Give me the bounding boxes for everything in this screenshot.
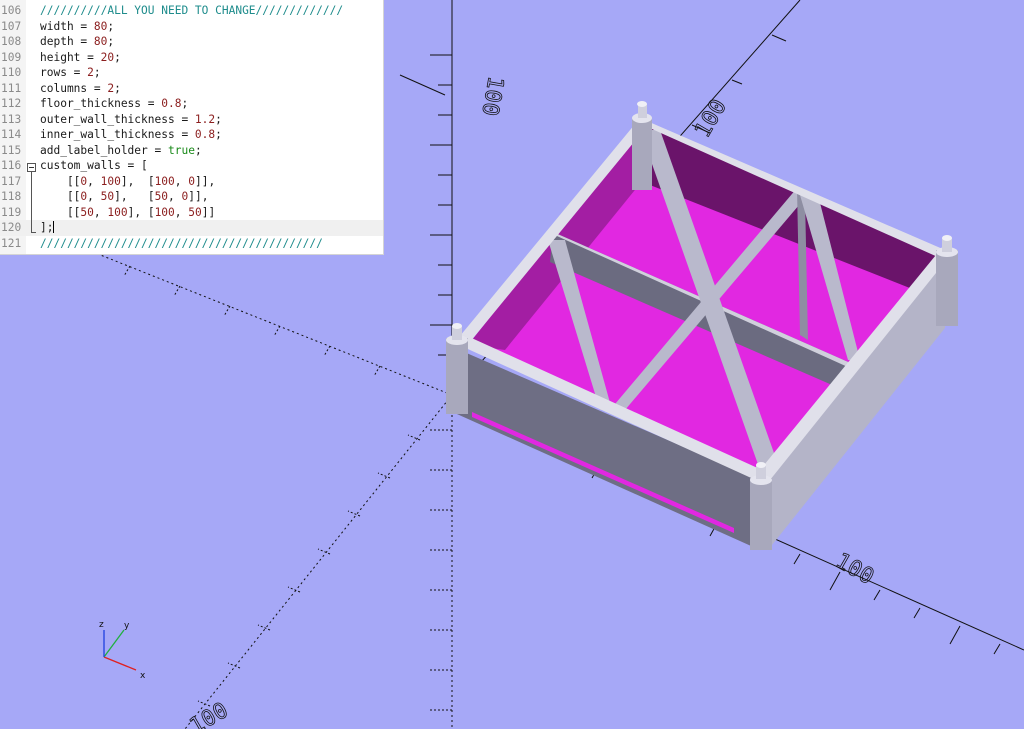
line-code: width = 80; — [40, 19, 115, 33]
line-code: columns = 2; — [40, 81, 121, 95]
line-number: 118 — [1, 190, 22, 203]
line-number: 106 — [1, 4, 22, 17]
code-line-113[interactable]: 113 outer_wall_thickness = 1.2; — [0, 112, 383, 128]
code-line-118[interactable]: 118 [[0, 50], [50, 0]], — [0, 189, 383, 205]
line-code: height = 20; — [40, 50, 121, 64]
line-code: custom_walls = [ — [40, 159, 148, 172]
code-line-111[interactable]: 111 columns = 2; — [0, 81, 383, 97]
line-number: 111 — [1, 81, 22, 95]
code-line-110[interactable]: 110 rows = 2; — [0, 65, 383, 81]
line-number: 116 — [1, 159, 22, 172]
axis-gizmo: x y z — [99, 620, 146, 681]
line-code: ////////////////////////////////////////… — [40, 236, 323, 250]
line-code: depth = 80; — [40, 35, 115, 48]
axis-label-z-top: 100 — [476, 74, 508, 117]
code-editor[interactable]: 106 //////////ALL YOU NEED TO CHANGE/////… — [0, 0, 384, 255]
line-number: 113 — [1, 112, 22, 126]
gizmo-y-label: y — [124, 621, 130, 631]
code-line-112[interactable]: 112 floor_thickness = 0.8; — [0, 96, 383, 112]
axis-label-neg: 100 — [186, 698, 233, 729]
line-number: 110 — [1, 66, 22, 79]
gizmo-z-label: z — [99, 620, 104, 630]
line-code: //////////ALL YOU NEED TO CHANGE////////… — [40, 4, 344, 17]
line-code: ]; — [40, 221, 55, 234]
line-code: outer_wall_thickness = 1.2; — [40, 112, 222, 126]
gizmo-x-axis — [103, 656, 137, 671]
corner-post-back-left — [632, 101, 652, 190]
fold-toggle-custom-walls[interactable] — [27, 163, 36, 172]
code-line-108[interactable]: 108 depth = 80; — [0, 34, 383, 50]
code-line-107[interactable]: 107 width = 80; — [0, 19, 383, 35]
line-code: add_label_holder = true; — [40, 143, 202, 157]
fold-guide-end — [31, 232, 36, 233]
line-number: 121 — [1, 236, 22, 250]
line-number: 120 — [1, 221, 22, 234]
line-number: 119 — [1, 205, 22, 219]
line-code: rows = 2; — [40, 66, 101, 79]
gizmo-x-label: x — [140, 671, 146, 681]
line-number: 109 — [1, 50, 22, 64]
line-number: 108 — [1, 35, 22, 48]
axis-label-y: 100 — [690, 95, 732, 142]
code-line-119[interactable]: 119 [[50, 100], [100, 50]] — [0, 205, 383, 221]
line-code: floor_thickness = 0.8; — [40, 97, 189, 110]
fold-guide — [31, 172, 32, 232]
line-number: 117 — [1, 174, 22, 188]
code-line-120[interactable]: 120]; — [0, 220, 383, 236]
code-line-115[interactable]: 115 add_label_holder = true; — [0, 143, 383, 159]
line-code: [[0, 100], [100, 0]], — [40, 174, 216, 188]
code-line-121[interactable]: 121 /////////////////////////////////////… — [0, 236, 383, 252]
line-code: [[50, 100], [100, 50]] — [40, 205, 216, 219]
line-number: 115 — [1, 143, 22, 157]
model-organizer-box[interactable] — [446, 101, 958, 550]
line-number: 107 — [1, 19, 22, 33]
code-line-109[interactable]: 109 height = 20; — [0, 50, 383, 66]
corner-post-back-right — [936, 235, 958, 326]
line-number: 114 — [1, 128, 22, 141]
line-code: inner_wall_thickness = 0.8; — [40, 128, 222, 141]
line-code: [[0, 50], [50, 0]], — [40, 190, 209, 203]
code-line-117[interactable]: 117 [[0, 100], [100, 0]], — [0, 174, 383, 190]
text-cursor — [53, 221, 55, 233]
axis-label-x: 100 — [831, 549, 878, 591]
code-line-116[interactable]: 116 custom_walls = [ — [0, 158, 383, 174]
gizmo-y-axis — [103, 629, 125, 658]
code-line-106[interactable]: 106 //////////ALL YOU NEED TO CHANGE/////… — [0, 3, 383, 19]
line-number: 112 — [1, 97, 22, 110]
code-line-114[interactable]: 114 inner_wall_thickness = 0.8; — [0, 127, 383, 143]
corner-post-front-left — [446, 323, 468, 414]
y-axis-negative — [184, 394, 453, 729]
